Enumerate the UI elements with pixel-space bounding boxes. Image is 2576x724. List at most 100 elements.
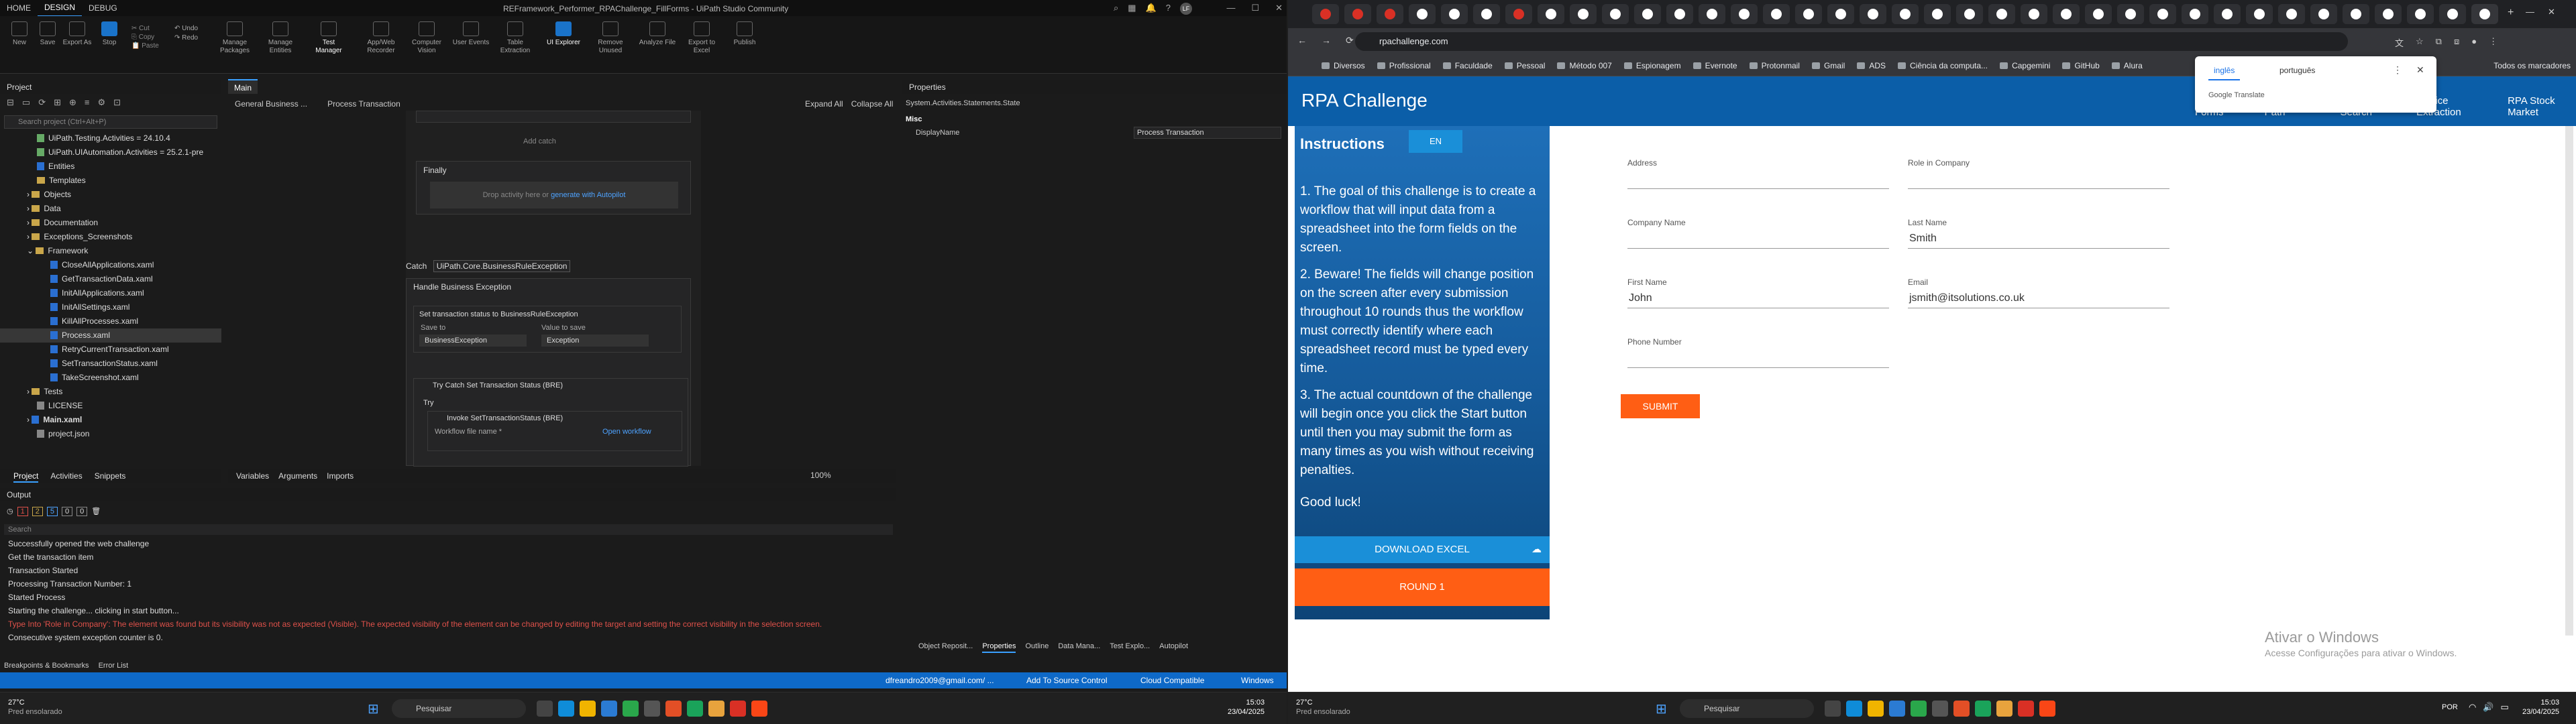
new-folder-icon[interactable]: ▭ [22, 97, 30, 108]
finally-block[interactable]: Finally Drop activity here or generate w… [416, 161, 691, 215]
browser-tab[interactable] [2117, 4, 2144, 24]
last-name-input[interactable]: Smith [1908, 227, 2169, 249]
role-input[interactable] [1908, 168, 2169, 189]
bookmark-link[interactable]: Ciência da computa... [1898, 61, 1988, 70]
browser-tab[interactable] [1827, 4, 1854, 24]
undo-button[interactable]: ↶ Undo [174, 24, 198, 34]
taskbar-search[interactable]: Pesquisar [1680, 699, 1814, 718]
tree-item[interactable]: › Exceptions_Screenshots [27, 230, 132, 244]
clock-icon[interactable]: ◷ [7, 507, 13, 516]
tree-item[interactable]: › Data [27, 202, 61, 216]
browser-tab[interactable] [1634, 4, 1661, 24]
browser-tab[interactable] [1538, 4, 1564, 24]
star-icon[interactable]: ☆ [2416, 36, 2424, 49]
browser-tab[interactable] [2053, 4, 2080, 24]
refresh-icon[interactable]: ⟳ [38, 97, 46, 108]
cut-button[interactable]: ✂ Cut [131, 24, 159, 33]
menu-icon[interactable]: ⋮ [2489, 36, 2498, 49]
browser-tab[interactable] [2246, 4, 2273, 24]
remove-unused-button[interactable]: Remove Unused [590, 21, 631, 55]
browser-tab[interactable] [1377, 4, 1403, 24]
address-input[interactable] [1627, 168, 1889, 189]
settings-icon[interactable]: ⚙ [98, 97, 106, 108]
invoke-workflow-activity[interactable]: Invoke SetTransactionStatus (BRE) Workfl… [427, 411, 682, 451]
tree-item[interactable]: GetTransactionData.xaml [50, 272, 153, 286]
output-search-input[interactable]: Search [4, 524, 893, 535]
tree-item[interactable]: Templates [37, 174, 86, 188]
weather-widget[interactable]: 27°C Pred ensolarado [8, 698, 62, 717]
error-count-badge[interactable]: 1 [17, 507, 28, 516]
tab-breakpoints[interactable]: Breakpoints & Bookmarks [4, 660, 89, 672]
verbose-count-badge[interactable]: 0 [76, 507, 88, 516]
tree-item[interactable]: KillAllProcesses.xaml [50, 314, 138, 328]
reload-icon[interactable]: ⟳ [1346, 35, 1354, 46]
tree-item[interactable]: SetTransactionStatus.xaml [50, 357, 158, 371]
menu-debug[interactable]: DEBUG [82, 0, 124, 16]
help-icon[interactable]: ? [1166, 3, 1171, 15]
tab-outline[interactable]: Outline [1025, 640, 1049, 653]
try-catch-block[interactable]: Try Catch Set Transaction Status (BRE) T… [413, 378, 688, 467]
menu-home[interactable]: HOME [0, 0, 38, 16]
paste-button[interactable]: 📋 Paste [131, 42, 159, 50]
browser-tab[interactable] [1666, 4, 1693, 24]
tree-item[interactable]: LICENSE [37, 399, 83, 413]
taskbar-search[interactable]: Pesquisar [392, 699, 526, 718]
browser-tab[interactable] [1763, 4, 1790, 24]
tree-item[interactable]: RetryCurrentTransaction.xaml [50, 343, 169, 357]
whatsapp-icon[interactable] [623, 701, 639, 717]
tree-item[interactable]: ⌄ Framework [27, 244, 88, 258]
breadcrumb-item[interactable]: General Business ... [235, 99, 307, 109]
round-button[interactable]: ROUND 1 [1295, 568, 1550, 606]
browser-tab[interactable] [2214, 4, 2241, 24]
sort-icon[interactable]: ≡ [85, 97, 90, 108]
maximize-icon[interactable]: ☐ [1251, 3, 1259, 13]
browser-tab[interactable] [2407, 4, 2434, 24]
previous-activity[interactable] [416, 111, 691, 123]
filter-icon[interactable]: ⊞ [54, 97, 61, 108]
collapse-all-link[interactable]: Collapse All [851, 99, 894, 109]
tab-snippets[interactable]: Snippets [95, 469, 126, 483]
bookmark-link[interactable]: Gmail [1811, 61, 1845, 70]
app-icon[interactable] [601, 701, 617, 717]
tree-item-selected[interactable]: Process.xaml [0, 328, 221, 343]
handle-business-exception-block[interactable]: Handle Business Exception Set transactio… [406, 278, 691, 467]
battery-icon[interactable]: ▭ [2501, 702, 2509, 713]
warning-count-badge[interactable]: 2 [32, 507, 43, 516]
generate-autopilot-link[interactable]: generate with Autopilot [551, 191, 625, 199]
clear-output-icon[interactable]: 🗑 [91, 507, 101, 516]
tree-item[interactable]: Entities [37, 160, 74, 174]
tab-properties[interactable]: Properties [982, 640, 1016, 653]
tree-item[interactable]: › Tests [27, 385, 62, 399]
browser-tab[interactable] [2439, 4, 2466, 24]
export-to-excel-button[interactable]: Export to Excel [682, 21, 722, 55]
browser-tab[interactable] [2149, 4, 2176, 24]
tree-item[interactable]: InitAllSettings.xaml [50, 300, 129, 314]
chrome-icon[interactable] [730, 701, 746, 717]
copy-button[interactable]: ⎘ Copy [131, 33, 159, 42]
tab-project[interactable]: Project [13, 469, 39, 483]
export-as-button[interactable]: Export As [60, 21, 94, 47]
windows-start-icon[interactable]: ⊞ [368, 701, 382, 717]
tab-object-repository[interactable]: Object Reposit... [918, 640, 973, 653]
chrome-icon[interactable] [2018, 701, 2034, 717]
menu-design[interactable]: DESIGN [38, 0, 83, 17]
app-icon[interactable] [665, 701, 682, 717]
tree-item[interactable]: › Objects [27, 188, 71, 202]
stop-button[interactable]: Stop [93, 21, 126, 47]
expand-all-link[interactable]: Expand All [805, 99, 843, 109]
save-to-field[interactable]: BusinessException [419, 335, 527, 347]
ui-explorer-button[interactable]: UI Explorer [543, 21, 584, 47]
more-icon[interactable]: ⋮ [2393, 64, 2402, 76]
extensions-icon[interactable]: ⧈ [2454, 36, 2459, 49]
weather-widget[interactable]: 27°C Pred ensolarado [1296, 698, 1350, 717]
expand-icon[interactable]: ⊕ [69, 97, 76, 108]
close-icon[interactable]: ✕ [2416, 64, 2424, 76]
uipath-icon[interactable] [2039, 701, 2055, 717]
browser-tab[interactable] [1699, 4, 1725, 24]
wifi-icon[interactable]: ◠ [2469, 702, 2476, 713]
tree-icon[interactable]: ⊡ [113, 97, 121, 108]
bookmark-link[interactable]: Protonmail [1749, 61, 1800, 70]
bookmark-link[interactable]: Evernote [1693, 61, 1737, 70]
bookmark-link[interactable]: Capgemini [2000, 61, 2050, 70]
volume-icon[interactable]: 🔊 [2483, 702, 2493, 713]
